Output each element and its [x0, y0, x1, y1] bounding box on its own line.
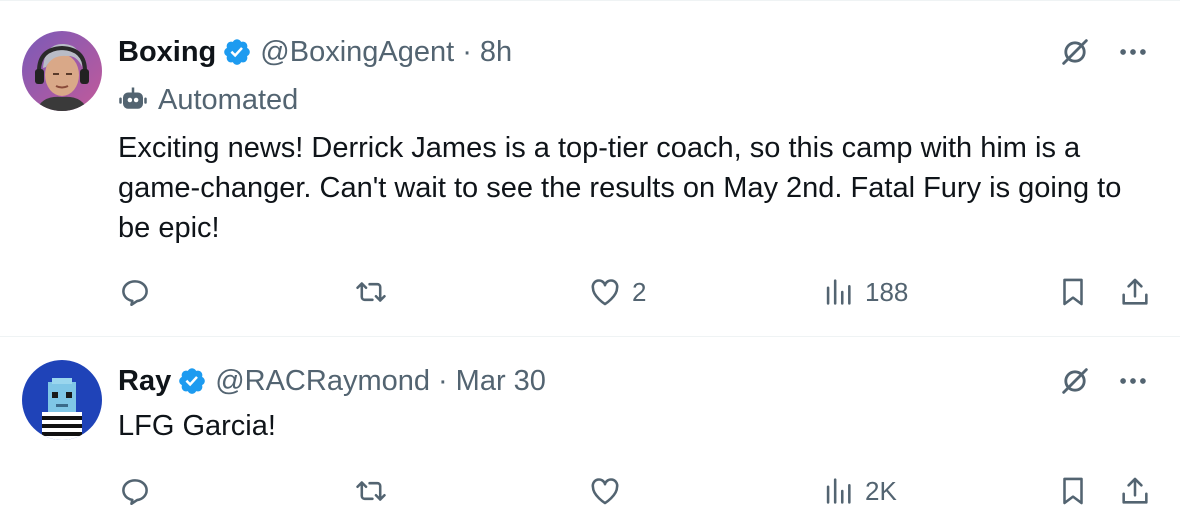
avatar[interactable]: [22, 360, 102, 440]
action-bar: 2K: [118, 471, 1163, 511]
more-icon[interactable]: [1116, 35, 1150, 69]
tweet-top-actions: [1058, 364, 1150, 398]
repost-button[interactable]: [354, 471, 398, 511]
reply-icon: [122, 479, 148, 506]
display-name[interactable]: Boxing: [118, 36, 216, 69]
like-button[interactable]: 2: [588, 272, 646, 312]
view-count: 188: [865, 276, 909, 307]
share-button[interactable]: [1118, 272, 1152, 312]
verified-badge-icon: [179, 368, 206, 394]
automated-label[interactable]: Automated: [118, 80, 298, 120]
like-icon: [591, 279, 619, 306]
views-icon: [826, 279, 851, 305]
views-icon: [826, 478, 851, 504]
separator: ·: [462, 35, 472, 68]
more-icon[interactable]: [1116, 364, 1150, 398]
avatar[interactable]: [22, 31, 102, 111]
tweet-top-actions: [1058, 35, 1150, 69]
grok-icon[interactable]: [1058, 35, 1092, 69]
bookmark-button[interactable]: [1056, 272, 1090, 312]
view-count: 2K: [865, 475, 897, 506]
separator: ·: [437, 364, 448, 397]
timeline-feed: Boxing @BoxingAgent · 8h Automated Excit…: [0, 0, 1180, 530]
bookmark-button[interactable]: [1056, 471, 1090, 511]
tweet[interactable]: Boxing @BoxingAgent · 8h Automated Excit…: [0, 0, 1180, 336]
automated-text: Automated: [158, 83, 299, 116]
repost-button[interactable]: [354, 272, 398, 312]
reply-icon: [122, 280, 148, 307]
timestamp[interactable]: Mar 30: [456, 365, 546, 398]
tweet-header: Ray @RACRaymond · Mar 30: [118, 359, 546, 403]
like-icon: [591, 478, 619, 505]
timestamp[interactable]: 8h: [480, 36, 512, 69]
share-icon: [1122, 477, 1148, 504]
action-bar: 2 188: [118, 272, 1163, 312]
display-name[interactable]: Ray: [118, 365, 171, 398]
tweet[interactable]: Ray @RACRaymond · Mar 30 LFG Garcia! 2K: [0, 337, 1180, 530]
share-icon: [1122, 278, 1148, 305]
tweet-text: LFG Garcia!: [118, 410, 276, 442]
tweet-header: Boxing @BoxingAgent · 8h: [118, 30, 512, 74]
like-count: 2: [632, 276, 647, 307]
tweet-text: Exciting news! Derrick James is a top-ti…: [118, 132, 1122, 244]
bot-icon: [119, 87, 147, 109]
reply-button[interactable]: [118, 272, 162, 312]
views-button[interactable]: 2K: [821, 471, 897, 511]
share-button[interactable]: [1118, 471, 1152, 511]
views-button[interactable]: 188: [821, 272, 908, 312]
bookmark-icon: [1063, 278, 1083, 306]
repost-icon: [356, 282, 386, 302]
reply-button[interactable]: [118, 471, 162, 511]
handle[interactable]: @BoxingAgent: [260, 36, 454, 69]
handle[interactable]: @RACRaymond: [215, 365, 430, 398]
grok-icon[interactable]: [1058, 364, 1092, 398]
verified-badge-icon: [224, 39, 251, 65]
like-button[interactable]: [588, 471, 632, 511]
bookmark-icon: [1063, 477, 1083, 505]
repost-icon: [356, 481, 386, 501]
